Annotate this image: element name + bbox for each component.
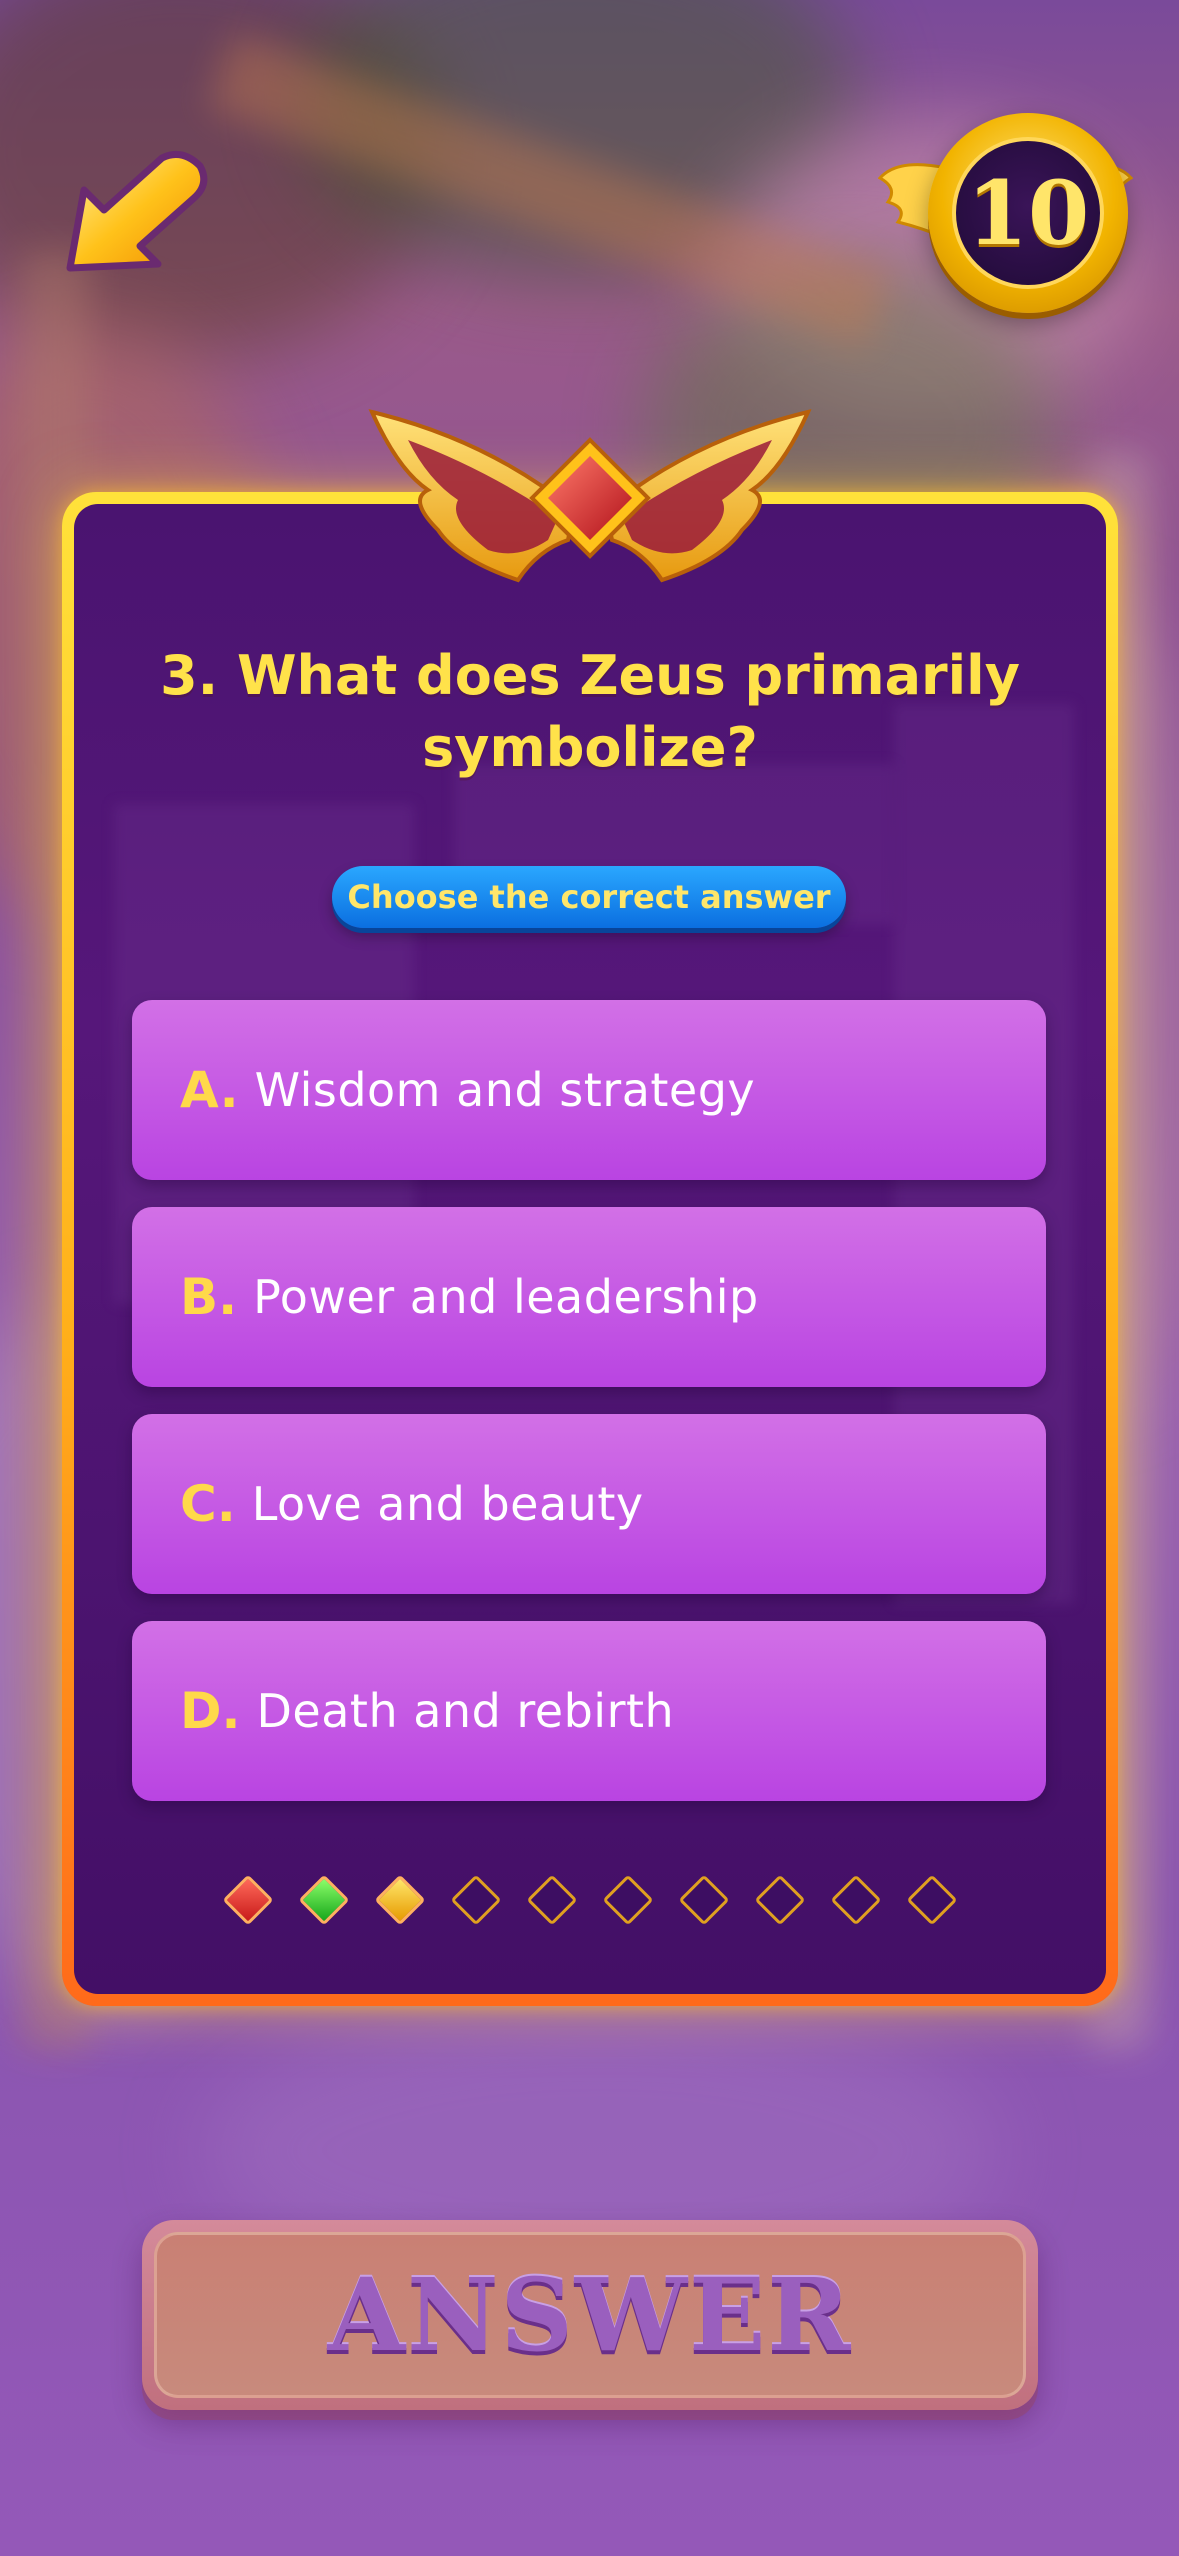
progress-gem-2 bbox=[298, 1874, 350, 1926]
answer-text: Love and beauty bbox=[251, 1477, 644, 1531]
progress-gem-3 bbox=[374, 1874, 426, 1926]
score-value: 10 bbox=[966, 161, 1090, 265]
progress-gem-4 bbox=[450, 1874, 502, 1926]
back-arrow-icon bbox=[66, 150, 208, 272]
progress-gem-5 bbox=[526, 1874, 578, 1926]
answer-option-a[interactable]: A. Wisdom and strategy bbox=[132, 1000, 1046, 1180]
instruction-pill: Choose the correct answer bbox=[332, 866, 846, 928]
answer-option-c[interactable]: C. Love and beauty bbox=[132, 1414, 1046, 1594]
progress-gem-8 bbox=[754, 1874, 806, 1926]
progress-gem-1 bbox=[222, 1874, 274, 1926]
score-badge: 10 bbox=[878, 108, 1133, 318]
answer-letter: A. bbox=[180, 1061, 239, 1119]
answer-letter: B. bbox=[180, 1268, 238, 1326]
answer-letter: D. bbox=[180, 1682, 241, 1740]
score-coin: 10 bbox=[928, 113, 1128, 313]
answer-option-b[interactable]: B. Power and leadership bbox=[132, 1207, 1046, 1387]
question-progress bbox=[222, 1872, 958, 1928]
winged-gem-emblem-icon bbox=[368, 409, 812, 583]
instruction-text: Choose the correct answer bbox=[347, 878, 831, 916]
progress-gem-6 bbox=[602, 1874, 654, 1926]
question-text: 3. What does Zeus primarily symbolize? bbox=[160, 644, 1020, 779]
progress-gem-7 bbox=[678, 1874, 730, 1926]
answer-text: Wisdom and strategy bbox=[254, 1063, 756, 1117]
answer-button-label: ANSWER bbox=[327, 2256, 853, 2374]
answer-text: Power and leadership bbox=[253, 1270, 759, 1324]
answer-letter: C. bbox=[180, 1475, 236, 1533]
answer-submit-button[interactable]: ANSWER bbox=[142, 2220, 1038, 2410]
answer-option-d[interactable]: D. Death and rebirth bbox=[132, 1621, 1046, 1801]
back-button[interactable] bbox=[62, 150, 212, 280]
progress-gem-9 bbox=[830, 1874, 882, 1926]
progress-gem-10 bbox=[906, 1874, 958, 1926]
answer-text: Death and rebirth bbox=[256, 1684, 675, 1738]
